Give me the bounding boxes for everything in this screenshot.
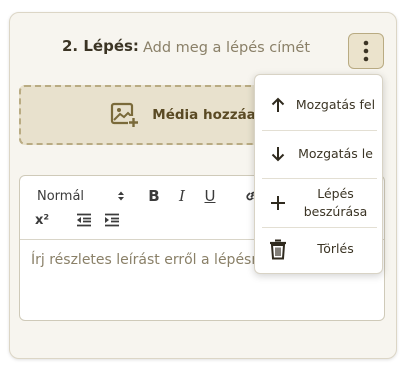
outdent-button[interactable] (74, 210, 94, 230)
italic-button[interactable]: I (172, 186, 192, 206)
plus-icon (271, 196, 285, 210)
italic-icon: I (179, 187, 185, 205)
indent-icon (105, 213, 119, 227)
menu-item-move-down-label: Mozgatás le (298, 146, 373, 161)
arrow-up-icon (271, 97, 285, 112)
vertical-dots-icon (363, 40, 369, 62)
menu-item-move-up[interactable]: Mozgatás fel (262, 81, 377, 129)
superscript-icon: x² (34, 212, 50, 228)
menu-item-insert-step-label: Lépés beszúrása (303, 186, 368, 219)
menu-item-delete[interactable]: Törlés (262, 228, 377, 270)
arrow-down-icon (271, 147, 285, 162)
editor-placeholder: Írj részletes leírást erről a lépésről..… (31, 252, 283, 268)
format-select[interactable]: Normál (37, 186, 125, 206)
more-options-button[interactable] (348, 33, 384, 69)
menu-item-insert-step[interactable]: Lépés beszúrása (262, 179, 377, 227)
menu-item-delete-label: Törlés (317, 241, 354, 256)
trash-icon (270, 239, 286, 260)
step-title-input[interactable] (137, 35, 349, 61)
superscript-button[interactable]: x² (30, 210, 54, 230)
outdent-icon (77, 213, 91, 227)
underline-button[interactable]: U (200, 186, 220, 206)
menu-item-move-down[interactable]: Mozgatás le (262, 131, 377, 177)
menu-item-move-up-label: Mozgatás fel (295, 97, 376, 112)
format-select-value: Normál (37, 188, 85, 204)
bold-icon: B (148, 187, 160, 205)
indent-button[interactable] (102, 210, 122, 230)
select-arrows-icon (118, 191, 124, 201)
step-number-label: 2. Lépés: (62, 37, 139, 55)
step-options-menu: Mozgatás fel Mozgatás le Lépés beszúrása (254, 74, 383, 274)
underline-icon: U (204, 187, 216, 205)
bold-button[interactable]: B (144, 186, 164, 206)
add-image-icon (111, 102, 140, 127)
